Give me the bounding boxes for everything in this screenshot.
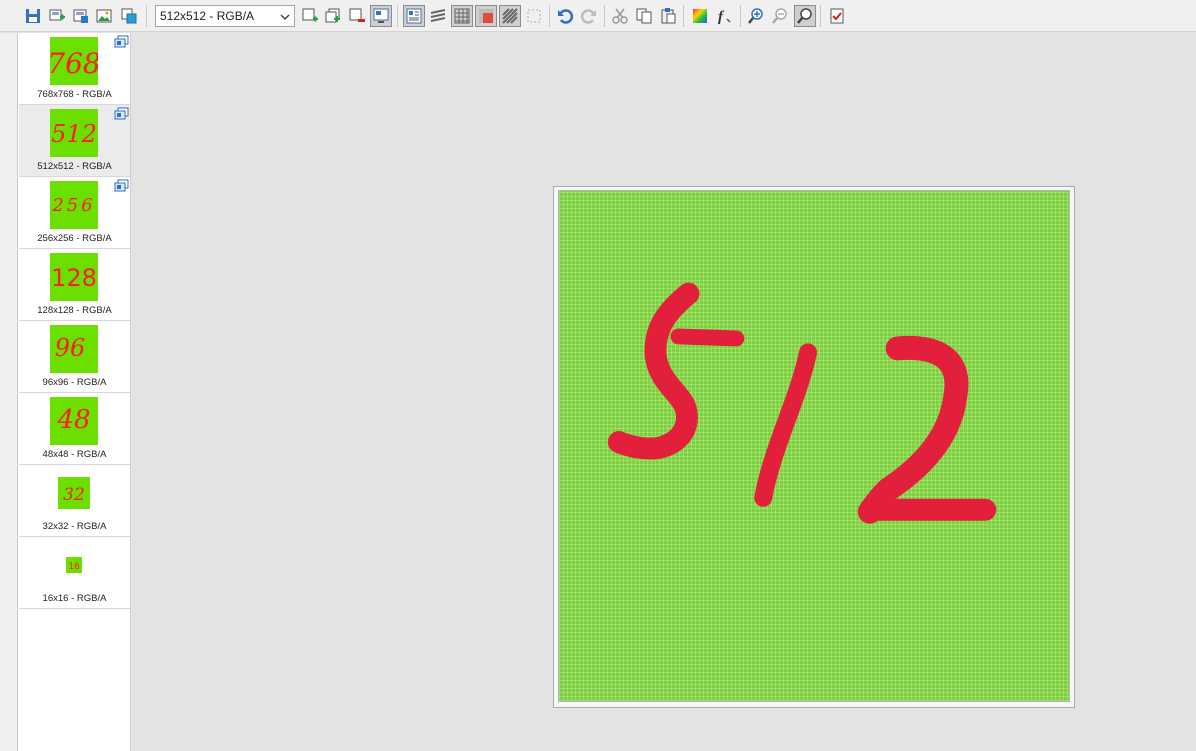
frame-label: 256x256 - RGB/A <box>37 233 112 244</box>
thumbnail-digits-text: 256 <box>51 195 95 216</box>
drawn-strokes <box>607 282 997 524</box>
frame-item-256[interactable]: 256 256x256 - RGB/A <box>19 177 130 249</box>
frame-label: 128x128 - RGB/A <box>37 305 112 316</box>
zoom-out-icon[interactable] <box>769 5 791 27</box>
frame-strip <box>0 33 18 751</box>
thumbnail-digits-text: 128 <box>51 264 97 292</box>
canvas-frame <box>553 186 1075 708</box>
frame-item-512[interactable]: 512 512x512 - RGB/A <box>19 105 130 177</box>
frame-label: 768x768 - RGB/A <box>37 89 112 100</box>
effects-icon[interactable]: f <box>713 5 735 27</box>
color-picker-icon[interactable] <box>689 5 711 27</box>
stroke-digit-2 <box>857 335 969 524</box>
add-image-icon[interactable] <box>70 5 92 27</box>
frame-thumbnail: 768 <box>50 37 98 85</box>
validate-icon[interactable] <box>826 5 848 27</box>
frame-format-icon <box>114 179 129 192</box>
create-icons-icon[interactable] <box>118 5 140 27</box>
duplicate-frame-icon[interactable] <box>322 5 344 27</box>
redo-icon[interactable] <box>578 5 600 27</box>
image-size-value: 512x512 - RGB/A <box>160 9 255 23</box>
stroke-digit-1 <box>754 343 817 507</box>
thumbnail-digits: 32 <box>63 485 85 505</box>
frame-list: 768 768x768 - RGB/A 512 512x512 - RGB/A … <box>18 33 131 751</box>
zoom-in-icon[interactable] <box>745 5 767 27</box>
frame-label: 16x16 - RGB/A <box>42 593 107 604</box>
add-frame-icon[interactable] <box>299 5 321 27</box>
save-icon[interactable] <box>22 5 44 27</box>
thumbnail-digits-text: 96 <box>55 334 86 362</box>
thumbnail-digits-text: 32 <box>63 485 85 505</box>
frame-label: 96x96 - RGB/A <box>42 377 107 388</box>
frame-item-16[interactable]: 16 16x16 - RGB/A <box>19 537 130 609</box>
canvas-drawing <box>607 282 997 524</box>
new-image-icon[interactable] <box>46 5 68 27</box>
image-canvas[interactable] <box>558 190 1070 702</box>
thumbnail-digits: 512 <box>51 120 97 148</box>
thumbnail-digits: 16 <box>68 562 80 572</box>
layers-icon[interactable] <box>427 5 449 27</box>
grid-icon[interactable] <box>451 5 473 27</box>
frame-label: 32x32 - RGB/A <box>42 521 107 532</box>
import-image-icon[interactable] <box>93 5 115 27</box>
frame-format-icon <box>114 35 129 48</box>
stroke-digit-5-top <box>670 328 745 347</box>
thumbnail-digits-text: 48 <box>56 405 90 435</box>
remove-frame-icon[interactable] <box>346 5 368 27</box>
editor-canvas-area[interactable] <box>132 33 1196 751</box>
frame-thumbnail: 512 <box>50 109 98 157</box>
frame-format-icon <box>114 107 129 120</box>
thumbnail-digits-text: 16 <box>68 562 80 572</box>
svg-text:f: f <box>718 9 725 25</box>
preview-icon[interactable] <box>403 5 425 27</box>
cut-icon[interactable] <box>609 5 631 27</box>
stroke-digit-5 <box>607 282 700 460</box>
thumbnail-digits: 768 <box>50 47 98 80</box>
frame-item-128[interactable]: 128 128x128 - RGB/A <box>19 249 130 321</box>
frame-label: 48x48 - RGB/A <box>42 449 107 460</box>
image-size-select[interactable]: 512x512 - RGB/A <box>155 5 295 27</box>
toolbar: 512x512 - RGB/A f <box>0 0 1196 32</box>
thumbnail-digits: 256 <box>51 195 95 216</box>
undo-icon[interactable] <box>554 5 576 27</box>
thumbnail-digits: 48 <box>56 405 90 435</box>
frame-label: 512x512 - RGB/A <box>37 161 112 172</box>
frame-item-768[interactable]: 768 768x768 - RGB/A <box>19 33 130 105</box>
frame-thumbnail: 256 <box>50 181 98 229</box>
frame-thumbnail: 96 <box>50 325 98 373</box>
frame-item-96[interactable]: 96 96x96 - RGB/A <box>19 321 130 393</box>
transparency-icon[interactable] <box>499 5 521 27</box>
thumbnail-digits: 96 <box>55 334 86 362</box>
copy-icon[interactable] <box>633 5 655 27</box>
frame-item-48[interactable]: 48 48x48 - RGB/A <box>19 393 130 465</box>
zoom-fit-icon[interactable] <box>794 5 816 27</box>
frame-thumbnail: 32 <box>58 477 90 509</box>
frame-thumbnail: 128 <box>50 253 98 301</box>
thumbnail-digits-text: 512 <box>51 120 97 148</box>
thumbnail-digits-text: 768 <box>50 47 98 80</box>
thumbnail-digits: 128 <box>51 264 97 292</box>
frame-item-32[interactable]: 32 32x32 - RGB/A <box>19 465 130 537</box>
paste-icon[interactable] <box>657 5 679 27</box>
frame-thumbnail: 16 <box>66 557 82 573</box>
frame-thumbnail: 48 <box>50 397 98 445</box>
select-icon[interactable] <box>523 5 545 27</box>
background-icon[interactable] <box>475 5 497 27</box>
chevron-down-icon <box>280 14 290 20</box>
frame-properties-icon[interactable] <box>370 5 392 27</box>
